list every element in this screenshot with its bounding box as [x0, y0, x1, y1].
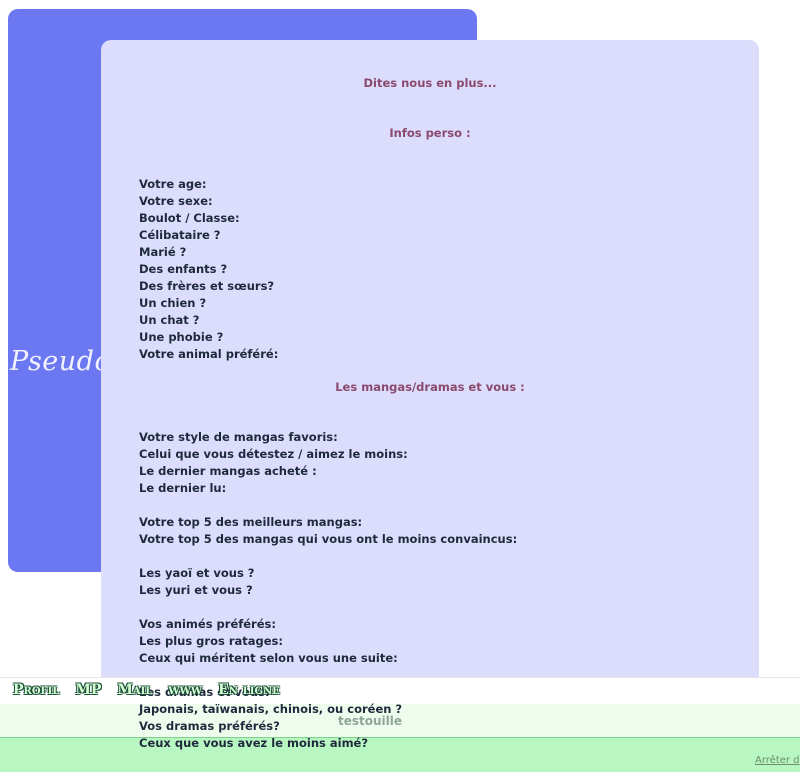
list-item: Marié ?	[139, 245, 187, 259]
list-spacer	[139, 548, 517, 565]
profile-link[interactable]: Profil	[13, 682, 59, 698]
pseudo-label: Pseudo	[10, 346, 112, 377]
list-item: Votre sexe:	[139, 194, 213, 208]
manga-list: Votre style de mangas favoris: Celui que…	[139, 429, 517, 667]
list-item: Célibataire ?	[139, 228, 221, 242]
online-status-link[interactable]: En ligne	[218, 682, 280, 698]
stop-link[interactable]: Arrêter d	[755, 755, 800, 766]
intro-heading: Dites nous en plus...	[363, 76, 497, 90]
list-item: Un chien ?	[139, 296, 207, 310]
profile-links: Profil MP Mail www En ligne	[13, 682, 280, 698]
list-item: Les plus gros ratages:	[139, 634, 284, 648]
list-item: Un chat ?	[139, 313, 200, 327]
list-item: Le dernier mangas acheté :	[139, 464, 317, 478]
list-item: Le dernier lu:	[139, 481, 227, 495]
mail-link[interactable]: Mail	[117, 682, 152, 698]
list-item: Votre top 5 des mangas qui vous ont le m…	[139, 532, 518, 546]
list-item: Des enfants ?	[139, 262, 228, 276]
list-item: Les yaoï et vous ?	[139, 566, 255, 580]
perso-list: Votre age: Votre sexe: Boulot / Classe: …	[139, 176, 278, 363]
manga-section-title: Les mangas/dramas et vous :	[335, 380, 525, 394]
list-item: Celui que vous détestez / aimez le moins…	[139, 447, 408, 461]
list-spacer	[139, 599, 517, 616]
list-item: Ceux qui méritent selon vous une suite:	[139, 651, 398, 665]
list-item: Les yuri et vous ?	[139, 583, 253, 597]
list-item: Votre top 5 des meilleurs mangas:	[139, 515, 363, 529]
pm-link[interactable]: MP	[75, 682, 101, 698]
list-item: Des frères et sœurs?	[139, 279, 275, 293]
list-item: Vos dramas préférés?	[139, 719, 280, 733]
list-item: Votre animal préféré:	[139, 347, 279, 361]
list-item: Vos animés préférés:	[139, 617, 276, 631]
list-item: Une phobie ?	[139, 330, 224, 344]
list-item: Japonais, taïwanais, chinois, ou coréen …	[139, 702, 403, 716]
list-item: Boulot / Classe:	[139, 211, 240, 225]
www-link[interactable]: www	[168, 682, 202, 698]
perso-section-title: Infos perso :	[389, 126, 471, 140]
list-item: Votre age:	[139, 177, 207, 191]
list-item: Ceux que vous avez le moins aimé?	[139, 736, 369, 750]
list-spacer	[139, 497, 517, 514]
list-item: Votre style de mangas favoris:	[139, 430, 338, 444]
